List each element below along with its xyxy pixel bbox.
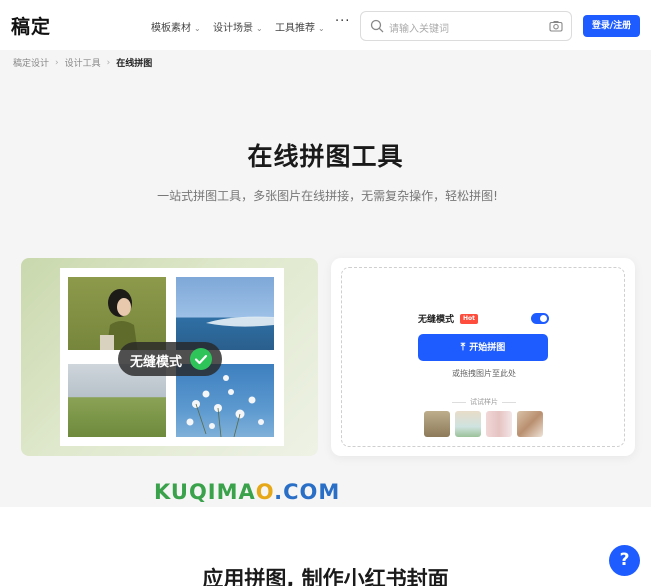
nav-label: 设计场景 <box>213 23 253 34</box>
search-icon <box>370 19 384 33</box>
logo[interactable]: 稿定 <box>11 12 51 39</box>
breadcrumb-home[interactable]: 稿定设计 <box>13 59 49 69</box>
breadcrumb-current: 在线拼图 <box>116 59 153 69</box>
nav-tools[interactable]: 工具推荐 ⌄ <box>275 19 325 34</box>
nav-design-scenes[interactable]: 设计场景 ⌄ <box>213 19 263 34</box>
sample-thumbnail[interactable] <box>424 411 450 437</box>
help-button[interactable]: ? <box>609 545 640 576</box>
chevron-down-icon: ⌄ <box>194 24 201 33</box>
login-button[interactable]: 登录/注册 <box>583 15 640 37</box>
camera-icon[interactable] <box>549 20 563 32</box>
nav-label: 工具推荐 <box>275 23 315 34</box>
upload-icon: ⤒ <box>460 342 466 353</box>
chevron-down-icon: ⌄ <box>318 24 325 33</box>
check-icon <box>190 348 212 370</box>
more-menu-icon[interactable]: ··· <box>335 14 350 29</box>
wave-graphic <box>206 316 274 327</box>
seamless-mode-toggle[interactable] <box>531 313 549 324</box>
try-label: 试试样片 <box>470 398 498 406</box>
hot-badge: Hot <box>460 314 479 324</box>
sample-thumbnail[interactable] <box>486 411 512 437</box>
try-samples-label: 试试样片 <box>342 397 626 407</box>
sample-thumbnail[interactable] <box>455 411 481 437</box>
watermark-part: .COM <box>274 480 341 504</box>
badge-label: 无缝模式 <box>130 355 183 370</box>
drop-hint: 或拖拽图片至此处 <box>452 369 516 378</box>
toggle-knob <box>540 315 547 322</box>
chevron-right-icon: › <box>106 57 111 68</box>
start-collage-button[interactable]: ⤒ 开始拼图 <box>418 334 548 361</box>
breadcrumb: 稿定设计 › 设计工具 › 在线拼图 <box>13 56 153 70</box>
bottom-section: 应用拼图, 制作小红书封面 <box>0 507 651 586</box>
page-title: 在线拼图工具 <box>247 142 404 171</box>
collage-photo-woman <box>68 277 166 350</box>
chevron-right-icon: › <box>55 57 59 68</box>
watermark-part: O <box>255 480 275 504</box>
top-header: 稿定 模板素材 ⌄ 设计场景 ⌄ 工具推荐 ⌄ ··· 请输入关键词 登录/注册 <box>0 0 651 50</box>
divider <box>452 401 466 403</box>
section-title: 应用拼图, 制作小红书封面 <box>202 567 449 586</box>
page-subtitle: 一站式拼图工具，多张图片在线拼接，无需复杂操作，轻松拼图! <box>157 189 498 203</box>
woman-figure <box>100 289 138 350</box>
collage-photo-sea <box>176 277 274 350</box>
start-label: 开始拼图 <box>469 343 506 353</box>
watermark-part: KUQIMA <box>154 480 256 504</box>
sample-thumbnail[interactable] <box>517 411 543 437</box>
divider <box>502 401 516 403</box>
nav-label: 模板素材 <box>151 23 191 34</box>
search-input[interactable]: 请输入关键词 <box>389 20 449 35</box>
chevron-down-icon: ⌄ <box>256 24 263 33</box>
upload-panel: 无缝模式 Hot ⤒ 开始拼图 或拖拽图片至此处 试试样片 <box>331 258 635 456</box>
watermark-logo: KUQIMAO.COM <box>154 480 340 504</box>
drop-zone[interactable]: 无缝模式 Hot ⤒ 开始拼图 或拖拽图片至此处 试试样片 <box>341 267 625 447</box>
seamless-mode-badge: 无缝模式 <box>118 342 222 376</box>
collage-preview: 无缝模式 <box>21 258 318 456</box>
mode-label: 无缝模式 <box>418 315 455 325</box>
breadcrumb-tools[interactable]: 设计工具 <box>65 59 101 69</box>
nav-templates[interactable]: 模板素材 ⌄ <box>151 19 201 34</box>
search-box[interactable]: 请输入关键词 <box>360 11 572 41</box>
